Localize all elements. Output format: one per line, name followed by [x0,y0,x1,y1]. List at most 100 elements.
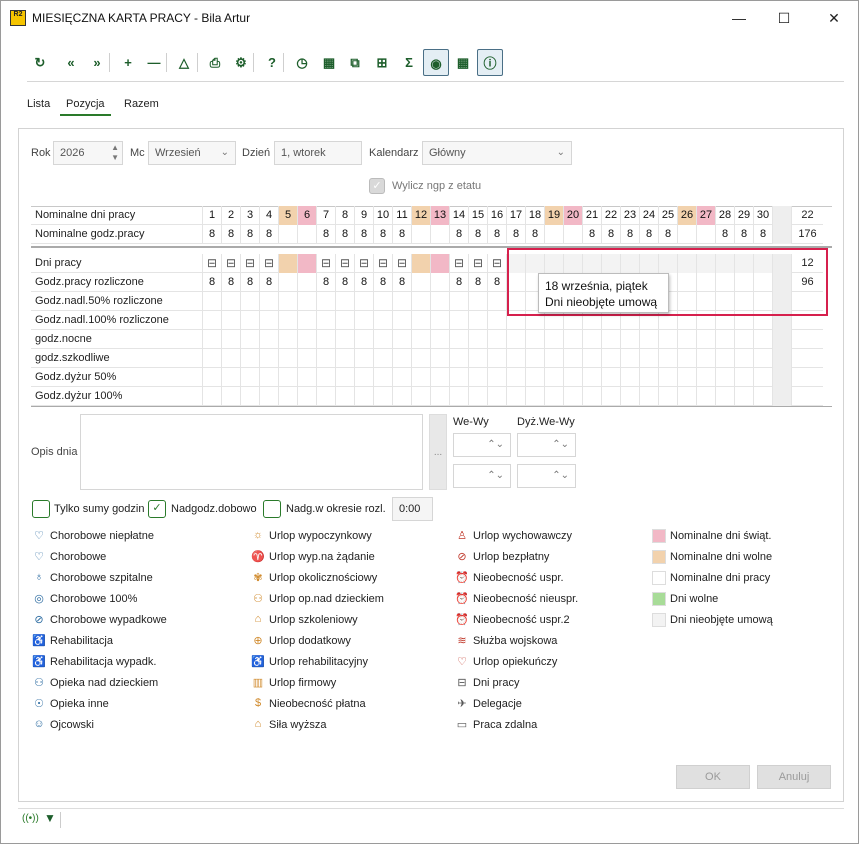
day-cell[interactable]: ⊟ [449,254,468,273]
day-cell[interactable] [715,349,734,368]
day-cell[interactable] [316,387,335,406]
sum-icon[interactable]: Σ [396,49,422,76]
day-cell[interactable] [259,330,278,349]
day-cell[interactable] [221,349,240,368]
spin-icon[interactable]: ▲ ▼ [111,143,119,163]
day-cell[interactable] [354,387,373,406]
day-cell[interactable] [240,330,259,349]
remove-icon[interactable]: — [141,49,167,76]
day-cell[interactable] [449,387,468,406]
day-cell[interactable] [449,292,468,311]
day-cell[interactable] [392,387,411,406]
day-cell[interactable] [487,387,506,406]
day-cell[interactable] [354,349,373,368]
day-cell[interactable] [240,368,259,387]
day-cell[interactable]: 12 [411,206,430,225]
day-cell[interactable] [430,349,449,368]
day-cell[interactable]: 13 [430,206,449,225]
day-cell[interactable]: 8 [392,273,411,292]
day-cell[interactable] [316,330,335,349]
day-cell[interactable] [297,225,316,244]
day-cell[interactable] [373,292,392,311]
day-cell[interactable] [297,330,316,349]
day-cell[interactable] [316,349,335,368]
wylicz-checkbox[interactable]: ✓ [369,178,385,194]
day-cell[interactable] [297,311,316,330]
day-cell[interactable] [525,349,544,368]
day-cell[interactable] [487,368,506,387]
day-cell[interactable] [753,368,772,387]
day-cell[interactable] [278,349,297,368]
day-cell[interactable] [373,349,392,368]
mc-select[interactable]: Wrzesień ⌄ [148,141,236,165]
day-cell[interactable] [696,368,715,387]
day-cell[interactable] [221,330,240,349]
day-cell[interactable] [354,368,373,387]
day-cell[interactable] [487,311,506,330]
day-cell[interactable]: 8 [335,273,354,292]
day-cell[interactable]: 8 [373,225,392,244]
day-cell[interactable] [525,387,544,406]
day-cell[interactable]: 8 [335,225,354,244]
day-cell[interactable]: 17 [506,206,525,225]
day-cell[interactable] [221,387,240,406]
dzien-input[interactable]: 1, wtorek [274,141,362,165]
day-cell[interactable]: 8 [373,273,392,292]
day-cell[interactable] [563,368,582,387]
day-cell[interactable]: 16 [487,206,506,225]
day-cell[interactable]: 24 [639,206,658,225]
day-cell[interactable] [525,368,544,387]
day-cell[interactable]: 8 [259,225,278,244]
day-cell[interactable] [582,349,601,368]
day-cell[interactable] [449,349,468,368]
add-box-icon[interactable]: ⊞ [369,49,395,76]
day-cell[interactable] [601,387,620,406]
day-cell[interactable]: 25 [658,206,677,225]
day-cell[interactable]: ⊟ [392,254,411,273]
day-cell[interactable]: 20 [563,206,582,225]
triangle-icon[interactable]: △ [171,49,197,76]
day-cell[interactable] [468,349,487,368]
day-cell[interactable] [620,349,639,368]
day-cell[interactable]: 8 [240,273,259,292]
dyz-wy-time-input[interactable]: ⌃⌄ [517,464,576,488]
prev-icon[interactable]: « [58,49,84,76]
day-cell[interactable] [620,330,639,349]
day-cell[interactable] [259,387,278,406]
day-cell[interactable] [430,387,449,406]
day-cell[interactable]: 14 [449,206,468,225]
day-cell[interactable] [677,368,696,387]
day-cell[interactable]: ⊟ [221,254,240,273]
day-cell[interactable]: 8 [259,273,278,292]
day-cell[interactable] [639,368,658,387]
day-cell[interactable] [297,292,316,311]
day-cell[interactable] [278,273,297,292]
calendar-remove-icon[interactable]: ▦ [316,49,342,76]
day-cell[interactable]: 9 [354,206,373,225]
tab-razem[interactable]: Razem [118,96,165,116]
day-cell[interactable] [354,292,373,311]
day-cell[interactable] [259,311,278,330]
day-cell[interactable] [335,311,354,330]
day-cell[interactable]: ⊟ [240,254,259,273]
day-cell[interactable] [297,349,316,368]
day-cell[interactable] [582,368,601,387]
we-time-input[interactable]: ⌃⌄ [453,433,511,457]
day-cell[interactable] [392,368,411,387]
day-cell[interactable] [202,330,221,349]
day-cell[interactable]: 8 [658,225,677,244]
day-cell[interactable] [468,292,487,311]
day-cell[interactable]: 8 [506,225,525,244]
day-cell[interactable] [278,330,297,349]
day-cell[interactable] [430,273,449,292]
day-cell[interactable] [582,387,601,406]
day-cell[interactable]: 21 [582,206,601,225]
day-cell[interactable] [240,387,259,406]
day-cell[interactable] [240,292,259,311]
day-cell[interactable]: 15 [468,206,487,225]
day-cell[interactable] [240,311,259,330]
filter-icon[interactable]: ▼ [44,811,56,825]
day-cell[interactable]: 1 [202,206,221,225]
add-icon[interactable]: + [115,49,141,76]
day-cell[interactable] [677,387,696,406]
